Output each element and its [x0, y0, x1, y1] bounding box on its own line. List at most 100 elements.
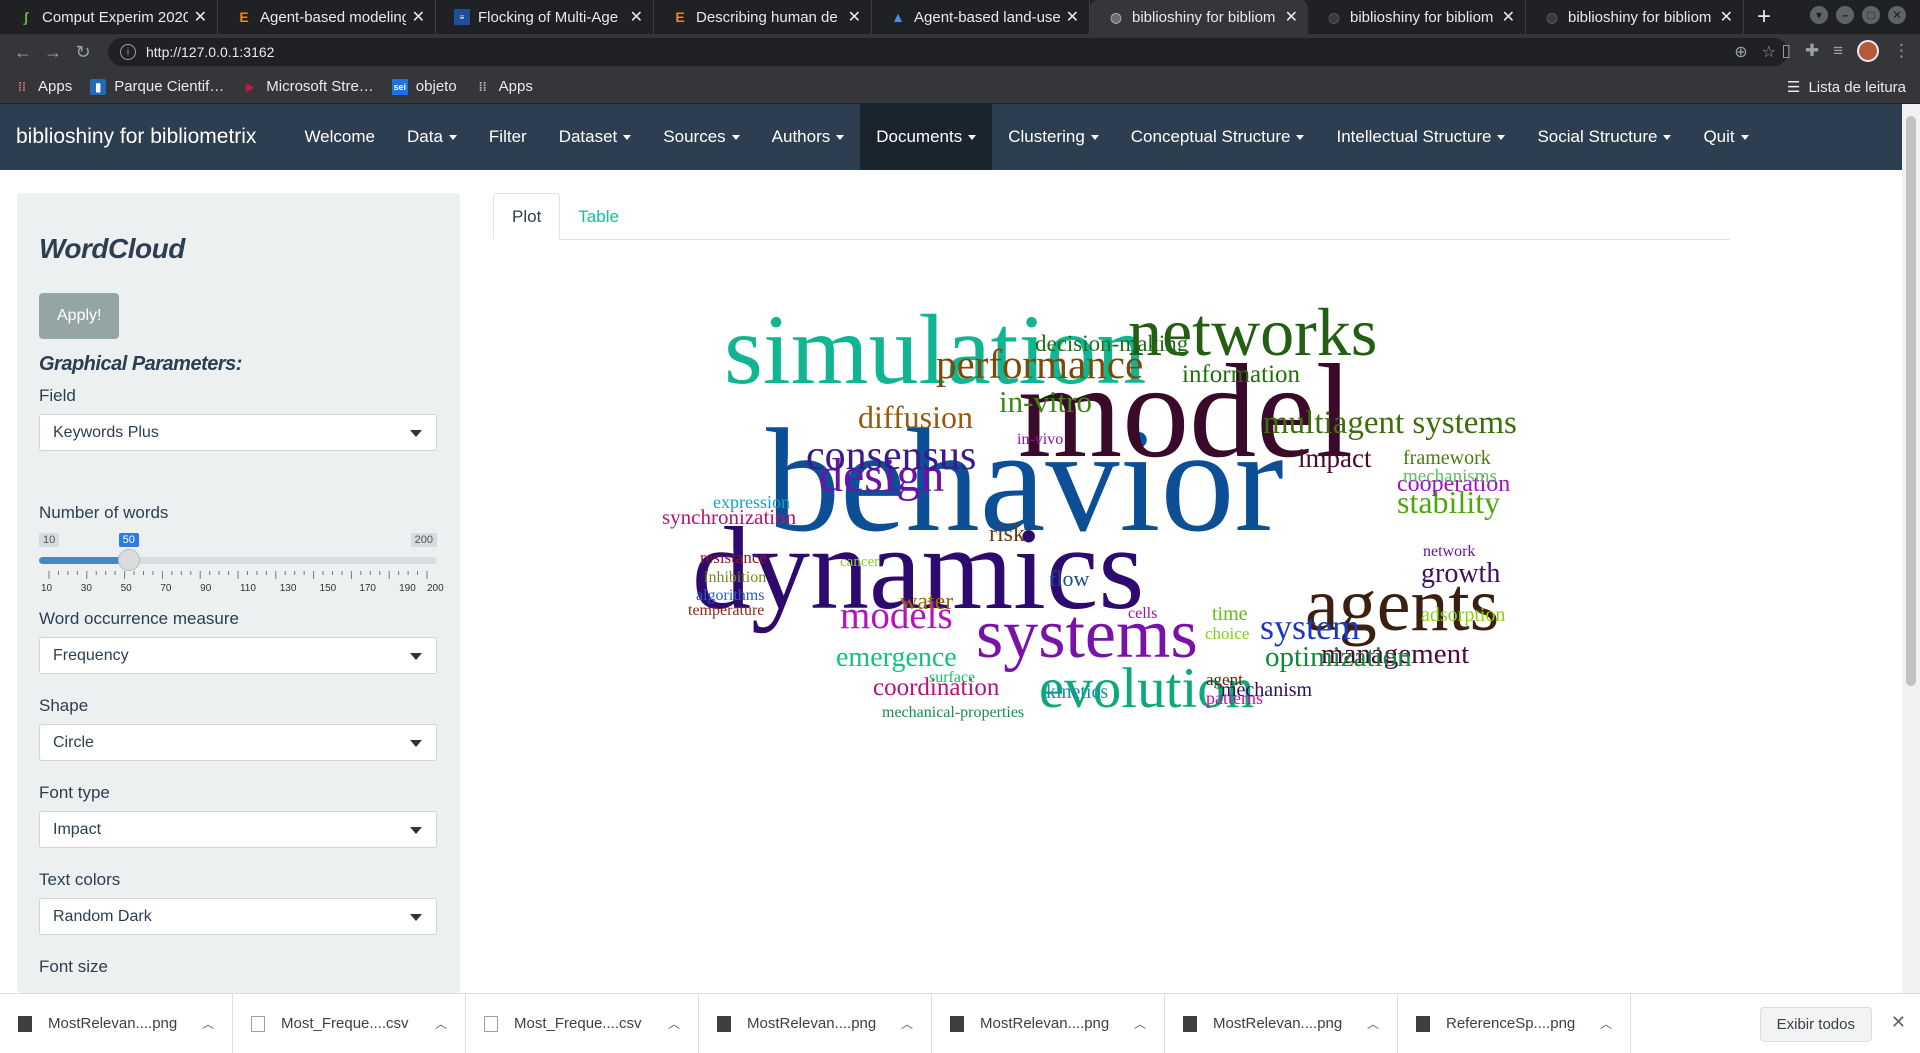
browser-tab[interactable]: ≡ Flocking of Multi-Age ✕	[436, 0, 654, 34]
wordcloud-word: emergence	[836, 642, 957, 673]
forward-icon[interactable]: →	[38, 42, 68, 63]
nav-quit[interactable]: Quit	[1687, 104, 1764, 170]
bookmark-star-icon[interactable]: ☆	[1762, 42, 1776, 62]
bookmark-stream[interactable]: ▶ Microsoft Stre…	[242, 78, 374, 95]
close-icon[interactable]: ✕	[1720, 7, 1733, 27]
nav-social-structure[interactable]: Social Structure	[1521, 104, 1687, 170]
nav-dataset[interactable]: Dataset	[543, 104, 648, 170]
chevron-up-icon[interactable]: ︿	[202, 1015, 214, 1032]
field-label: Field	[39, 386, 76, 405]
nwords-slider[interactable]: 10 50 200 10 30 50 70 90 110 130 150 170 190 200	[39, 533, 444, 599]
chevron-up-icon[interactable]: ︿	[668, 1015, 680, 1032]
wordcloud-word: framework	[1403, 447, 1491, 469]
tab-table[interactable]: Table	[560, 193, 637, 240]
nav-sources[interactable]: Sources	[647, 104, 755, 170]
apply-button[interactable]: Apply!	[39, 293, 120, 339]
bookmark-objeto[interactable]: sei objeto	[391, 78, 457, 95]
reading-list-label: Lista de leitura	[1808, 78, 1906, 96]
shape-select[interactable]: Circle	[39, 724, 437, 761]
scrollbar-thumb[interactable]	[1906, 116, 1916, 686]
extensions-icon[interactable]: ✚	[1805, 41, 1819, 61]
download-item[interactable]: MostRelevan....png ︿	[932, 993, 1165, 1053]
nav-intellectual-structure[interactable]: Intellectual Structure	[1320, 104, 1521, 170]
browser-tab[interactable]: ▲ Agent-based land-use ✕	[872, 0, 1090, 34]
back-icon[interactable]: ←	[8, 42, 38, 63]
colors-select[interactable]: Random Dark	[39, 898, 437, 935]
chevron-up-icon[interactable]: ︿	[1134, 1015, 1146, 1032]
tab-search-icon[interactable]: ▾	[1810, 6, 1828, 24]
wordcloud-plot: behavior model dynamics simulation agents net…	[493, 250, 1730, 990]
close-icon[interactable]: ✕	[1066, 7, 1079, 27]
chevron-up-icon[interactable]: ︿	[435, 1015, 447, 1032]
minimize-icon[interactable]: –	[1836, 6, 1854, 24]
caret-down-icon	[836, 134, 845, 140]
menu-icon[interactable]: ⋮	[1893, 41, 1910, 61]
browser-toolbar: ← → ↻ i http://127.0.0.1:3162 ⊕ ☆ ▯ ✚ ≡ …	[0, 34, 1920, 70]
nav-clustering[interactable]: Clustering	[992, 104, 1115, 170]
bookmark-apps-2[interactable]: ⁞⁞ Apps	[475, 78, 533, 95]
reading-mode-icon[interactable]: ▯	[1781, 41, 1790, 61]
maximize-icon[interactable]: □	[1862, 6, 1880, 24]
browser-tab-active[interactable]: ◍ biblioshiny for bibliom ✕	[1090, 0, 1308, 34]
download-item[interactable]: ReferenceSp....png ︿	[1398, 993, 1631, 1053]
browser-tab[interactable]: ◍ biblioshiny for bibliom ✕	[1308, 0, 1526, 34]
measure-select[interactable]: Frequency	[39, 637, 437, 674]
chevron-up-icon[interactable]: ︿	[901, 1015, 913, 1032]
caret-down-icon	[731, 134, 740, 140]
close-icon[interactable]: ✕	[848, 7, 861, 27]
nav-authors[interactable]: Authors	[756, 104, 861, 170]
nav-conceptual-structure[interactable]: Conceptual Structure	[1115, 104, 1321, 170]
page-scrollbar[interactable]	[1902, 104, 1920, 993]
url-text[interactable]: http://127.0.0.1:3162	[146, 44, 274, 60]
download-item[interactable]: MostRelevan....png ︿	[0, 993, 233, 1053]
trello-icon: ▮	[90, 78, 107, 95]
caret-down-icon	[623, 134, 632, 140]
browser-tab[interactable]: ʃ Comput Experim 2020 ✕	[0, 0, 218, 34]
show-all-downloads-button[interactable]: Exibir todos	[1759, 1007, 1872, 1042]
tab-plot[interactable]: Plot	[493, 193, 561, 240]
nav-filter[interactable]: Filter	[473, 104, 543, 170]
font-select[interactable]: Impact	[39, 811, 437, 848]
wordcloud-word: flow	[1049, 566, 1090, 591]
image-file-icon	[717, 1015, 731, 1032]
chevron-up-icon[interactable]: ︿	[1600, 1015, 1612, 1032]
close-icon[interactable]: ✕	[412, 7, 425, 27]
close-window-icon[interactable]: ✕	[1888, 6, 1906, 24]
media-icon[interactable]: ≡	[1833, 41, 1843, 61]
nav-data[interactable]: Data	[391, 104, 473, 170]
bookmarks-bar: ⁞⁞ Apps ▮ Parque Cientif… ▶ Microsoft St…	[0, 70, 1920, 104]
avatar[interactable]	[1857, 40, 1879, 62]
close-icon[interactable]: ✕	[630, 7, 643, 27]
slider-handle[interactable]	[117, 549, 140, 571]
download-item[interactable]: MostRelevan....png ︿	[699, 993, 932, 1053]
nav-welcome[interactable]: Welcome	[288, 104, 391, 170]
slider-track[interactable]	[39, 549, 437, 571]
browser-tab[interactable]: E Agent-based modeling ✕	[218, 0, 436, 34]
download-item[interactable]: MostRelevan....png ︿	[1165, 993, 1398, 1053]
site-info-icon[interactable]: i	[120, 44, 136, 60]
reading-list[interactable]: ☰ Lista de leitura	[1787, 78, 1906, 97]
download-item[interactable]: Most_Freque....csv ︿	[233, 993, 466, 1053]
measure-label: Word occurrence measure	[39, 609, 239, 628]
field-select[interactable]: Keywords Plus	[39, 414, 437, 451]
address-bar[interactable]: i http://127.0.0.1:3162 ⊕ ☆	[108, 38, 1788, 66]
slider-tick-label: 110	[239, 583, 256, 594]
downloads-bar: MostRelevan....png ︿ Most_Freque....csv ︿ Mo…	[0, 993, 1920, 1053]
reload-icon[interactable]: ↻	[68, 42, 98, 63]
close-icon[interactable]: ✕	[1891, 1012, 1906, 1033]
font-value: Impact	[53, 820, 102, 838]
close-icon[interactable]: ✕	[1285, 7, 1298, 27]
chevron-up-icon[interactable]: ︿	[1367, 1015, 1379, 1032]
brand[interactable]: biblioshiny for bibliometrix	[0, 125, 272, 149]
close-icon[interactable]: ✕	[194, 7, 207, 27]
browser-tab[interactable]: ◍ biblioshiny for bibliom ✕	[1526, 0, 1744, 34]
close-icon[interactable]: ✕	[1502, 7, 1515, 27]
download-filename: MostRelevan....png	[1213, 1015, 1343, 1032]
browser-tab[interactable]: E Describing human de ✕	[654, 0, 872, 34]
download-item[interactable]: Most_Freque....csv ︿	[466, 993, 699, 1053]
zoom-icon[interactable]: ⊕	[1734, 42, 1747, 62]
new-tab-button[interactable]: +	[1744, 0, 1784, 34]
nav-documents[interactable]: Documents	[860, 104, 993, 170]
bookmark-parque[interactable]: ▮ Parque Cientif…	[90, 78, 224, 95]
bookmark-apps[interactable]: ⁞⁞ Apps	[14, 78, 72, 95]
